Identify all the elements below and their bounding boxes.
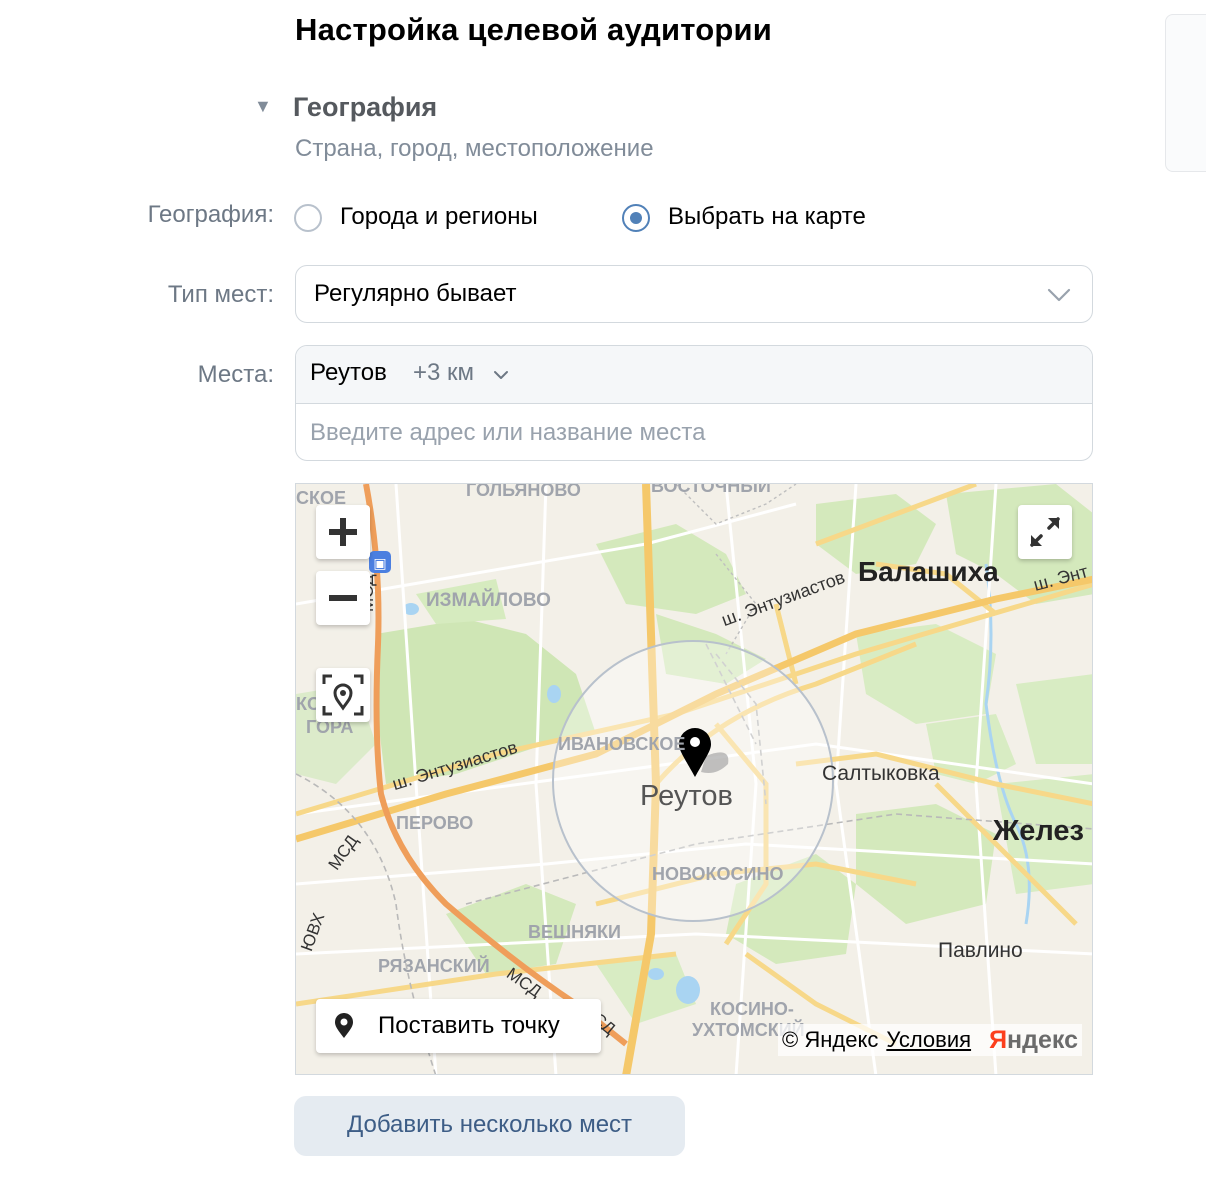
plus-icon — [329, 518, 357, 546]
put-point-button[interactable]: Поставить точку — [316, 999, 601, 1053]
expand-icon — [1030, 517, 1060, 547]
map[interactable]: ▣ СКОЕ ГОЛЬЯНОВО ВОСТОЧНЫЙ Балашиха ш. Э… — [295, 483, 1093, 1075]
map-city-label: Павлино — [938, 939, 1023, 962]
map-label: ВЕШНЯКИ — [528, 922, 621, 942]
geography-label: География: — [147, 201, 274, 228]
radius-dropdown[interactable]: +3 км — [413, 359, 474, 387]
map-city-label: Балашиха — [858, 556, 999, 587]
place-search-input[interactable]: Введите адрес или название места — [310, 419, 705, 447]
geolocation-button[interactable] — [316, 668, 370, 722]
place-type-value: Регулярно бывает — [314, 280, 517, 307]
terms-link[interactable]: Условия — [886, 1027, 971, 1053]
place-type-label: Тип мест: — [167, 281, 274, 308]
map-label: ПЕРОВО — [396, 813, 474, 833]
location-pin-icon — [335, 1013, 353, 1038]
section-title[interactable]: География — [293, 92, 437, 123]
places-box: Реутов +3 км Введите адрес или название … — [295, 345, 1093, 461]
map-label: НОВОКОСИНО — [652, 864, 784, 884]
radio-choose-on-map[interactable] — [622, 204, 650, 232]
selected-places-row: Реутов +3 км — [296, 346, 1092, 404]
place-type-select[interactable]: Регулярно бывает — [295, 265, 1093, 323]
location-target-icon — [322, 674, 364, 716]
collapse-triangle-icon[interactable]: ▼ — [254, 96, 272, 117]
side-panel — [1165, 14, 1206, 172]
map-center-city-label: Реутов — [640, 780, 733, 812]
radio-cities-regions[interactable] — [294, 204, 322, 232]
map-label: КОСИНО- — [710, 999, 794, 1019]
radio-cities-regions-label[interactable]: Города и регионы — [340, 203, 538, 231]
map-label: ИВАНОВСКОЕ — [558, 734, 686, 754]
map-label: ВОСТОЧНЫЙ — [651, 483, 771, 496]
fullscreen-button[interactable] — [1018, 505, 1072, 559]
map-label: ГОЛЬЯНОВО — [466, 483, 581, 500]
map-city-label: Желез — [993, 815, 1084, 847]
put-point-label: Поставить точку — [378, 1012, 560, 1039]
zoom-out-button[interactable] — [316, 571, 370, 625]
places-label: Места: — [197, 361, 274, 388]
copyright-text: © Яндекс — [782, 1027, 879, 1052]
map-label: ИЗМАЙЛОВО — [426, 590, 551, 611]
add-several-places-button[interactable]: Добавить несколько мест — [294, 1096, 685, 1156]
zoom-in-button[interactable] — [316, 505, 370, 559]
add-several-places-label: Добавить несколько мест — [346, 1111, 633, 1138]
svg-text:▣: ▣ — [373, 556, 386, 572]
radio-choose-on-map-label[interactable]: Выбрать на карте — [668, 203, 866, 231]
selected-place[interactable]: Реутов — [310, 359, 387, 387]
map-attribution: © Яндекс Условия Яндекс — [778, 1024, 1082, 1056]
yandex-logo[interactable]: Яндекс — [989, 1026, 1078, 1055]
chevron-down-icon — [1047, 288, 1071, 302]
page-title: Настройка целевой аудитории — [295, 12, 773, 47]
section-subtitle: Страна, город, местоположение — [295, 135, 654, 162]
map-label: РЯЗАНСКИЙ — [378, 956, 490, 976]
map-city-label: Салтыковка — [822, 762, 940, 785]
minus-icon — [329, 595, 357, 601]
chevron-down-icon[interactable] — [492, 366, 510, 384]
